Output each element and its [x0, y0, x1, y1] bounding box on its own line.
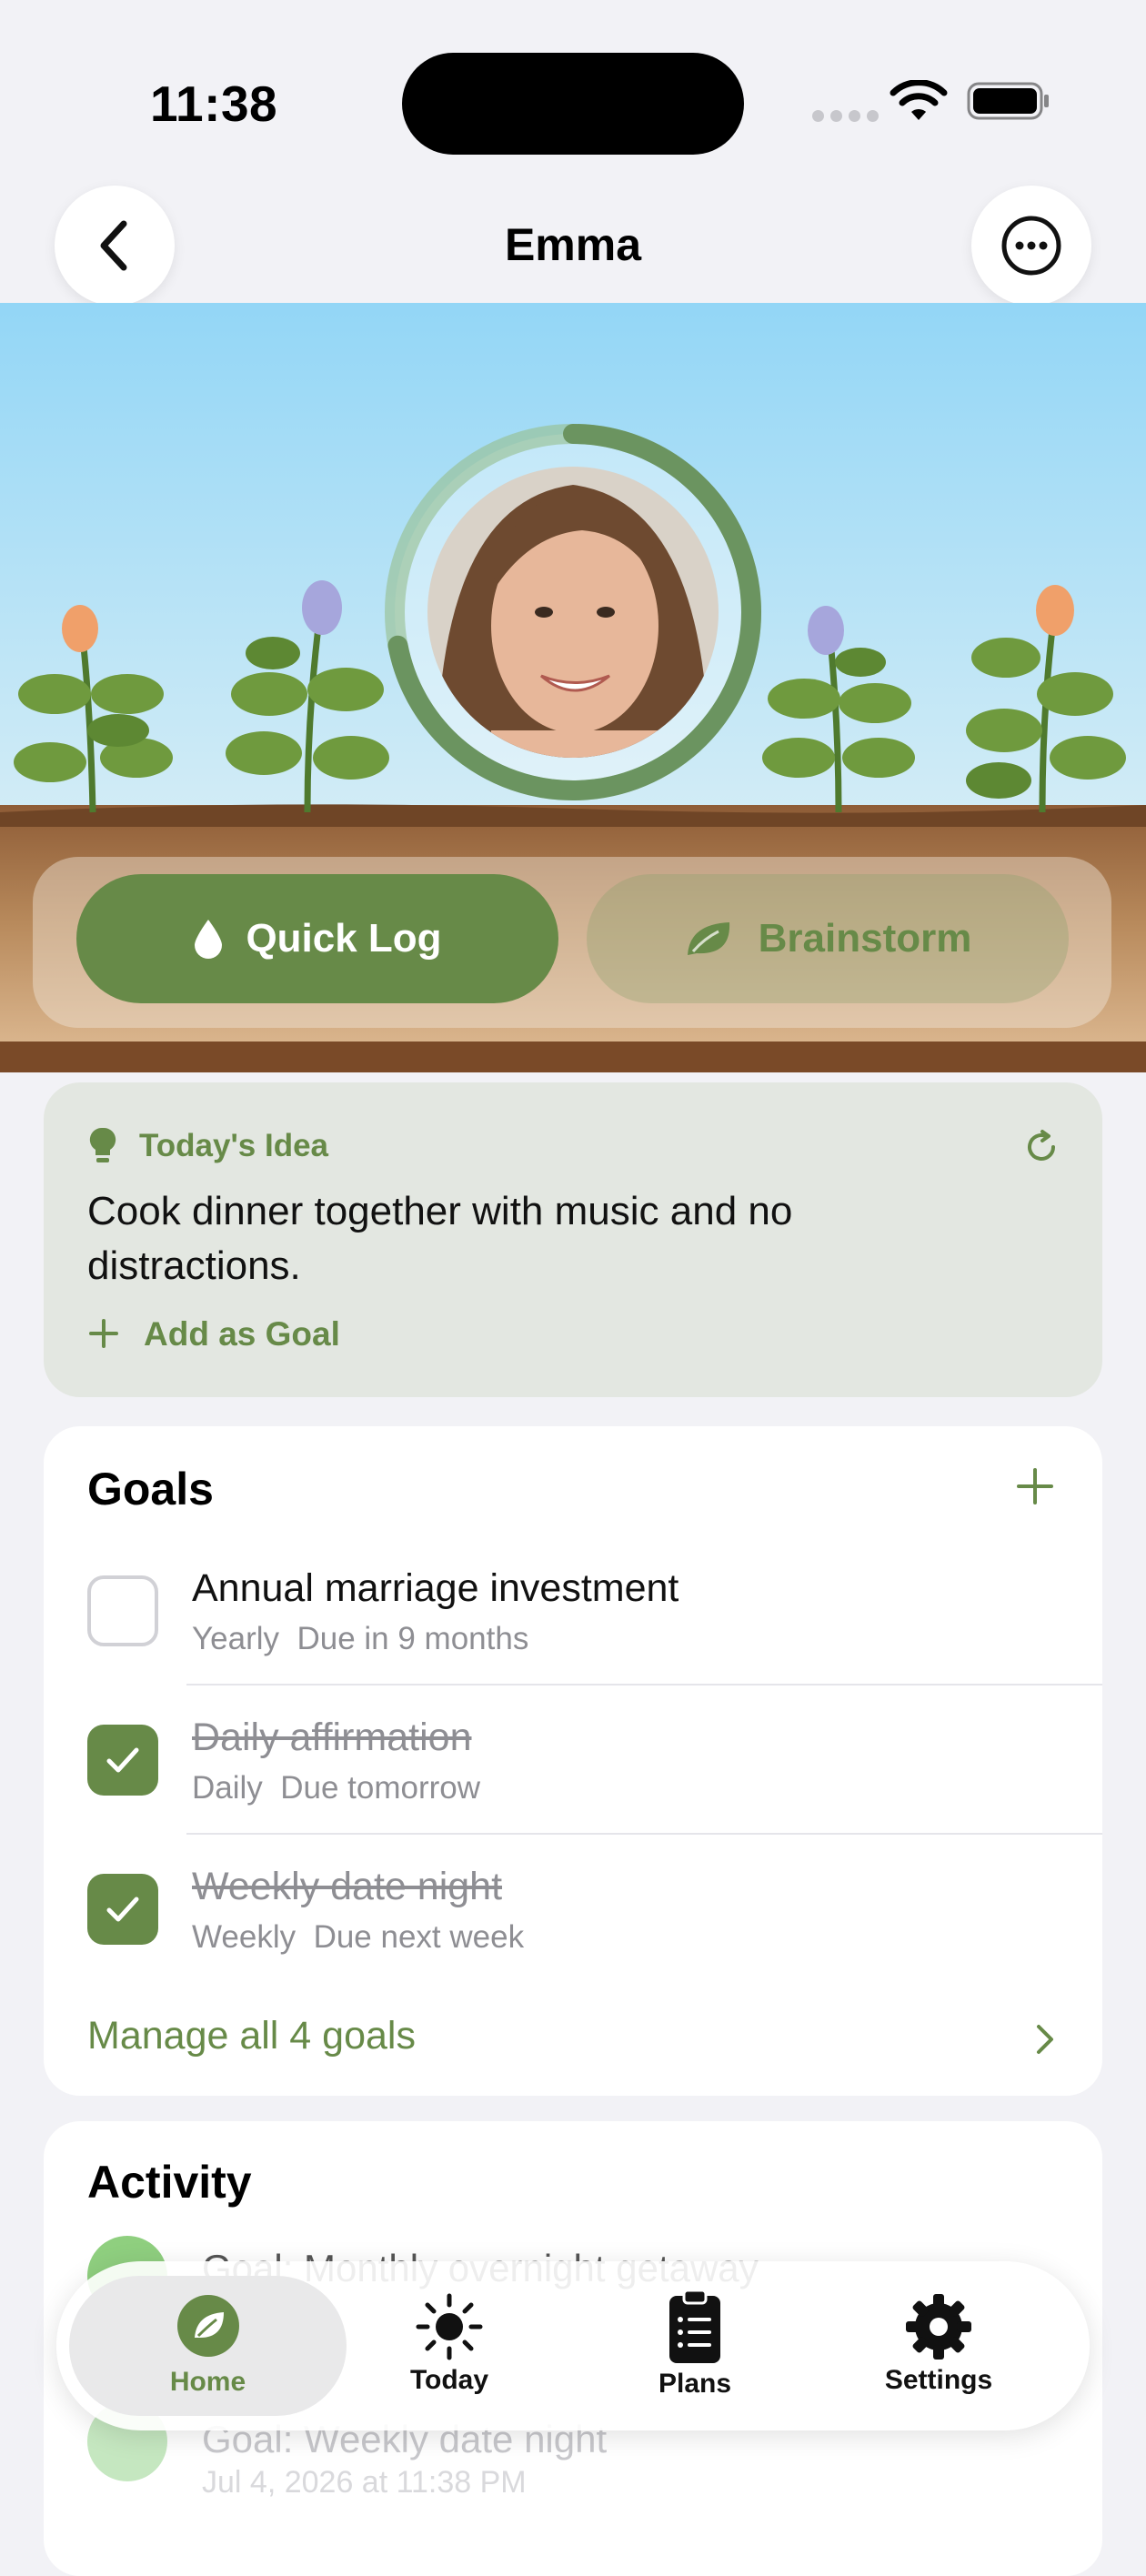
- drop-icon: [195, 920, 223, 959]
- goal-checkbox[interactable]: [87, 1575, 158, 1646]
- wifi-icon: [890, 80, 948, 120]
- brainstorm-button[interactable]: Brainstorm: [587, 874, 1069, 1003]
- plus-icon: [89, 1319, 118, 1348]
- divider: [186, 1684, 1102, 1685]
- sun-icon: [416, 2293, 483, 2360]
- goal-title: Daily affirmation: [192, 1716, 472, 1759]
- goal-title: Annual marriage investment: [192, 1566, 679, 1610]
- quick-log-label: Quick Log: [246, 916, 442, 961]
- leaf-icon: [687, 922, 729, 955]
- goals-heading: Goals: [87, 1464, 214, 1514]
- leaf-icon: [176, 2295, 239, 2357]
- gear-icon: [906, 2294, 971, 2360]
- activity-heading: Activity: [87, 2157, 252, 2208]
- add-as-goal-label[interactable]: Add as Goal: [144, 1315, 340, 1353]
- dynamic-island: [402, 53, 744, 155]
- goals-card: [44, 1426, 1102, 2096]
- ellipsis-circle-icon: [1001, 216, 1061, 276]
- tab-settings[interactable]: Settings: [853, 2292, 1024, 2396]
- brainstorm-label: Brainstorm: [758, 916, 972, 961]
- goal-checkbox[interactable]: [87, 1725, 158, 1796]
- tab-home[interactable]: Home: [69, 2294, 347, 2398]
- idea-label: Today's Idea: [139, 1128, 329, 1163]
- tab-label: Today: [409, 2365, 489, 2395]
- chevron-right-icon[interactable]: [1035, 2023, 1055, 2056]
- tab-today[interactable]: Today: [364, 2292, 535, 2396]
- status-time: 11:38: [150, 75, 278, 132]
- add-as-goal-button[interactable]: [87, 1317, 120, 1354]
- goal-meta: Daily Due tomorrow: [192, 1770, 481, 1806]
- tab-label: Plans: [658, 2369, 732, 2399]
- refresh-icon[interactable]: [1022, 1128, 1061, 1166]
- quick-log-button[interactable]: Quick Log: [76, 874, 558, 1003]
- tab-label: Home: [169, 2367, 246, 2397]
- checkmark-icon: [106, 1897, 139, 1922]
- tab-plans[interactable]: Plans: [609, 2289, 780, 2400]
- add-goal-icon[interactable]: [1015, 1466, 1055, 1506]
- idea-text: Cook dinner together with music and no d…: [87, 1189, 793, 1288]
- divider: [186, 1833, 1102, 1835]
- lightbulb-icon: [89, 1127, 116, 1162]
- activity-time: Jul 4, 2026 at 11:38 PM: [202, 2465, 527, 2500]
- goal-meta: Weekly Due next week: [192, 1919, 525, 1955]
- tab-label: Settings: [884, 2365, 993, 2395]
- manage-goals-link[interactable]: Manage all 4 goals: [87, 2014, 416, 2058]
- battery-icon: [967, 82, 1049, 120]
- cellular-signal-icon: [812, 110, 879, 122]
- more-options-button[interactable]: [971, 186, 1091, 306]
- checkmark-icon: [106, 1747, 139, 1773]
- goal-checkbox[interactable]: [87, 1874, 158, 1945]
- goal-title: Weekly date night: [192, 1865, 503, 1908]
- clipboard-list-icon: [669, 2289, 720, 2363]
- goal-meta: Yearly Due in 9 months: [192, 1621, 529, 1656]
